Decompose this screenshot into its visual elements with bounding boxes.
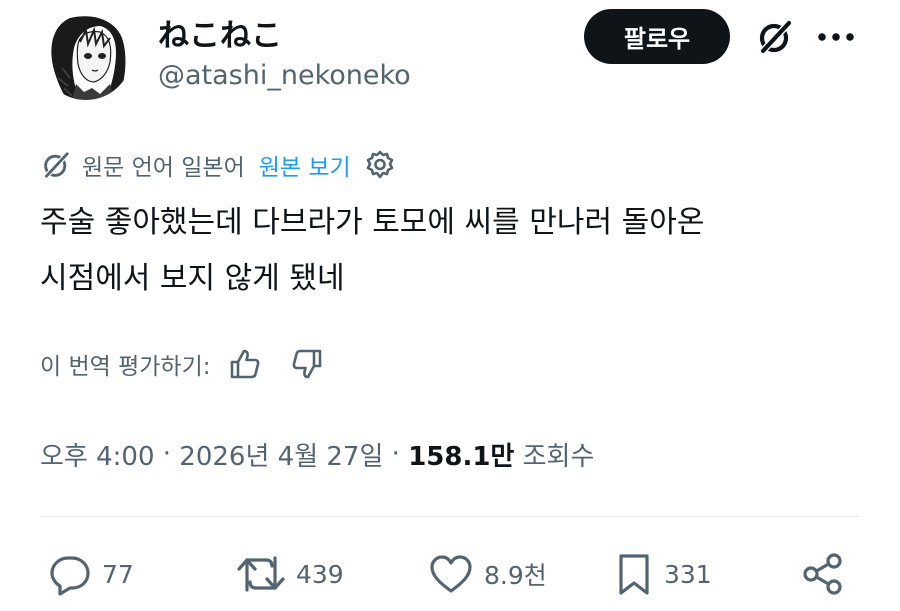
grok-translate-icon [40, 149, 72, 181]
grok-icon[interactable] [752, 14, 798, 60]
gear-icon[interactable] [363, 148, 397, 182]
view-original-link[interactable]: 원본 보기 [259, 148, 351, 182]
reply-button[interactable]: 77 [48, 548, 134, 600]
reply-count: 77 [102, 559, 134, 589]
source-language-text: 원문 언어 일본어 [82, 155, 245, 181]
rate-translation-row: 이 번역 평가하기: [40, 344, 327, 384]
tweet-date[interactable]: 2026년 4월 27일 [179, 436, 383, 473]
like-button[interactable]: 8.9천 [428, 548, 547, 600]
views-count: 158.1만 [408, 441, 515, 472]
avatar[interactable] [40, 8, 132, 100]
views-label: 조회수 [514, 441, 595, 472]
tweet-text-line: 주술 좋아했는데 다브라가 토모에 씨를 만나러 돌아온 [40, 205, 705, 240]
follow-button[interactable]: 팔로우 [584, 9, 730, 64]
bookmark-count: 331 [664, 559, 712, 589]
translation-row: 원문 언어 일본어 원본 보기 [40, 146, 397, 184]
repost-count: 439 [296, 559, 344, 589]
thumbs-down-icon[interactable] [287, 344, 327, 384]
tweet-meta: 오후 4:00 · 2026년 4월 27일 · 158.1만 조회수 [40, 432, 594, 476]
user-handle[interactable]: @atashi_nekoneko [158, 60, 411, 91]
heart-icon [428, 552, 474, 596]
share-button[interactable] [800, 548, 846, 600]
avatar-drawing [40, 8, 132, 100]
tweet-text: 주술 좋아했는데 다브라가 토모에 씨를 만나러 돌아온 시점에서 보지 않게 … [40, 195, 870, 307]
share-icon [800, 551, 846, 597]
bookmark-button[interactable]: 331 [614, 548, 712, 600]
repost-icon [236, 552, 286, 596]
repost-button[interactable]: 439 [236, 548, 344, 600]
reply-icon [48, 552, 92, 596]
more-icon[interactable] [812, 14, 860, 60]
meta-separator: · [154, 439, 180, 469]
rate-translation-label: 이 번역 평가하기: [40, 354, 211, 380]
thumbs-up-icon[interactable] [225, 344, 265, 384]
display-name[interactable]: ねこねこ [158, 10, 282, 55]
meta-separator: · [383, 439, 409, 469]
divider [40, 516, 860, 517]
tweet-time[interactable]: 오후 4:00 [40, 436, 155, 473]
like-count: 8.9천 [484, 561, 547, 590]
bookmark-icon [614, 552, 654, 596]
tweet-text-line: 시점에서 보지 않게 됐네 [40, 261, 345, 296]
